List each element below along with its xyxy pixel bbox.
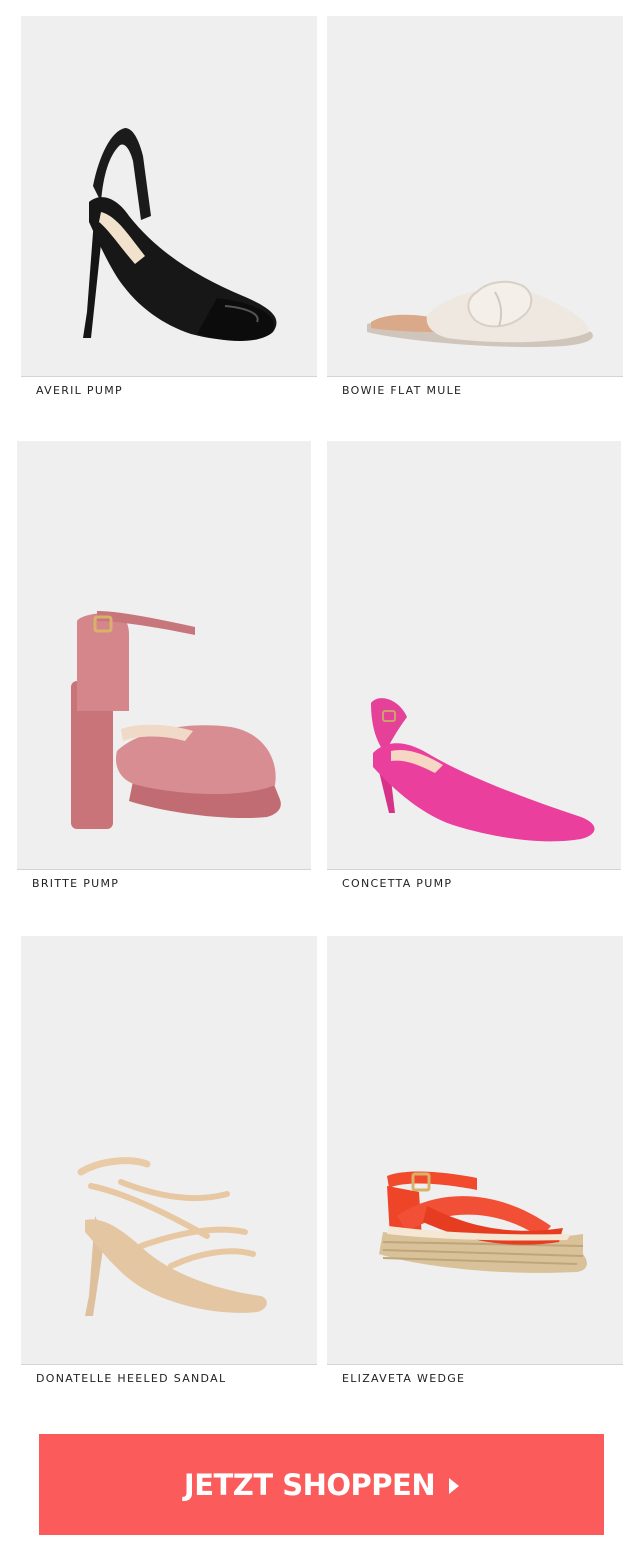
magenta-slingback-pump-icon [371,698,595,842]
product-name[interactable]: DONATELLE HEELED SANDAL [21,1365,317,1392]
nude-strappy-sandal-icon [77,1157,267,1316]
product-card-bowie[interactable]: BOWIE FLAT MULE [327,16,623,404]
product-image[interactable] [21,16,317,376]
product-card-concetta[interactable]: CONCETTA PUMP [327,441,621,897]
product-card-averil[interactable]: AVERIL PUMP [21,16,317,404]
product-image[interactable] [17,441,311,869]
red-espadrille-wedge-icon [379,1171,587,1273]
product-image[interactable] [327,16,623,376]
product-name[interactable]: CONCETTA PUMP [327,870,621,897]
shop-now-button[interactable]: JETZT SHOPPEN [39,1434,604,1535]
product-card-donatelle[interactable]: DONATELLE HEELED SANDAL [21,936,317,1392]
product-image[interactable] [21,936,317,1364]
chevron-right-icon [449,1477,460,1494]
product-name[interactable]: ELIZAVETA WEDGE [327,1365,623,1392]
pink-platform-pump-icon [71,611,281,829]
product-name[interactable]: BRITTE PUMP [17,870,311,897]
black-slingback-pump-icon [83,128,277,341]
product-image[interactable] [327,936,623,1364]
product-name[interactable]: BOWIE FLAT MULE [327,377,623,404]
product-card-britte[interactable]: BRITTE PUMP [17,441,311,897]
product-name[interactable]: AVERIL PUMP [21,377,317,404]
product-card-elizaveta[interactable]: ELIZAVETA WEDGE [327,936,623,1392]
shop-now-label: JETZT SHOPPEN [183,1467,436,1502]
cream-flat-mule-icon [367,280,593,348]
product-image[interactable] [327,441,621,869]
